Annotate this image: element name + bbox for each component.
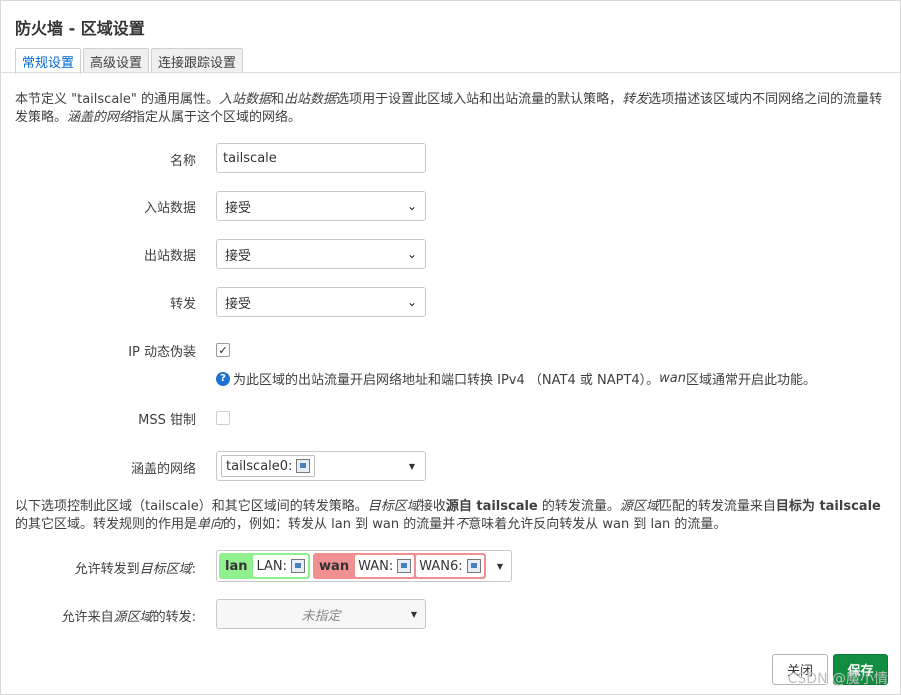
input-policy-value: 接受	[225, 200, 252, 216]
caret-down-icon: ▼	[408, 461, 415, 471]
networks-dropdown[interactable]: tailscale0: ▼	[216, 451, 426, 481]
tab-divider	[1, 72, 900, 73]
input-policy-label: 入站数据	[143, 201, 196, 216]
mss-checkbox[interactable]	[216, 411, 230, 425]
tab-general[interactable]: 常规设置	[15, 48, 82, 74]
zone-network-wan6: WAN6:	[416, 555, 484, 577]
zone-network-wan: WAN:	[355, 555, 415, 577]
caret-down-icon: ▼	[410, 609, 417, 619]
input-policy-select[interactable]: 接受 ⌄	[216, 191, 426, 221]
mss-label: MSS 钳制	[138, 413, 196, 428]
zone-settings-dialog: 防火墙 - 区域设置 常规设置 高级设置 连接跟踪设置 本节定义 "tailsc…	[0, 0, 901, 695]
output-policy-label: 出站数据	[143, 249, 196, 264]
zone-network-lan: LAN:	[253, 555, 309, 577]
forward-policy-label: 转发	[169, 297, 196, 312]
tab-advanced[interactable]: 高级设置	[83, 48, 150, 73]
chevron-down-icon: ⌄	[406, 295, 417, 309]
tab-conntrack[interactable]: 连接跟踪设置	[151, 48, 244, 73]
chevron-down-icon: ⌄	[406, 199, 417, 213]
dialog-title: 防火墙 - 区域设置	[15, 19, 145, 38]
caret-down-icon: ▼	[496, 561, 503, 571]
network-interface-icon	[291, 559, 306, 573]
zone-badge-wan: wan WAN: WAN6:	[313, 553, 486, 579]
output-policy-select[interactable]: 接受 ⌄	[216, 239, 426, 269]
output-policy-value: 接受	[225, 248, 252, 264]
forwarding-description: 以下选项控制此区域（tailscale）和其它区域间的转发策略。目标区域接收源自…	[15, 499, 881, 532]
chevron-down-icon: ⌄	[406, 247, 417, 261]
forward-policy-value: 接受	[225, 296, 252, 312]
dest-zones-label: 允许转发到目标区域:	[74, 562, 196, 577]
forward-policy-select[interactable]: 接受 ⌄	[216, 287, 426, 317]
network-interface-icon	[466, 559, 481, 573]
name-input[interactable]: tailscale	[216, 143, 426, 173]
masq-checkbox[interactable]: ✓	[216, 343, 230, 357]
masq-label: IP 动态伪装	[128, 345, 196, 360]
src-zones-dropdown[interactable]: 未指定 ▼	[216, 599, 426, 629]
help-icon: ?	[216, 371, 230, 386]
dest-zones-dropdown[interactable]: lan LAN: wan WAN: WAN6: ▼	[216, 550, 512, 582]
src-zones-value: 未指定	[301, 608, 341, 624]
network-interface-icon	[296, 459, 311, 473]
network-interface-icon	[397, 559, 412, 573]
section-description: 本节定义 "tailscale" 的通用属性。入站数据和出站数据选项用于设置此区…	[15, 92, 883, 125]
watermark: CSDN @魔小情	[787, 671, 888, 687]
network-chip: tailscale0:	[221, 455, 316, 477]
src-zones-label: 允许来自源区域的转发:	[61, 610, 196, 625]
tab-bar: 常规设置 高级设置 连接跟踪设置	[15, 48, 245, 74]
name-label: 名称	[169, 154, 196, 169]
masq-hint: ? 为此区域的出站流量开启网络地址和端口转换 IPv4 （NAT4 或 NAPT…	[216, 369, 816, 388]
zone-badge-lan: lan LAN:	[219, 553, 311, 579]
networks-label: 涵盖的网络	[130, 462, 196, 477]
